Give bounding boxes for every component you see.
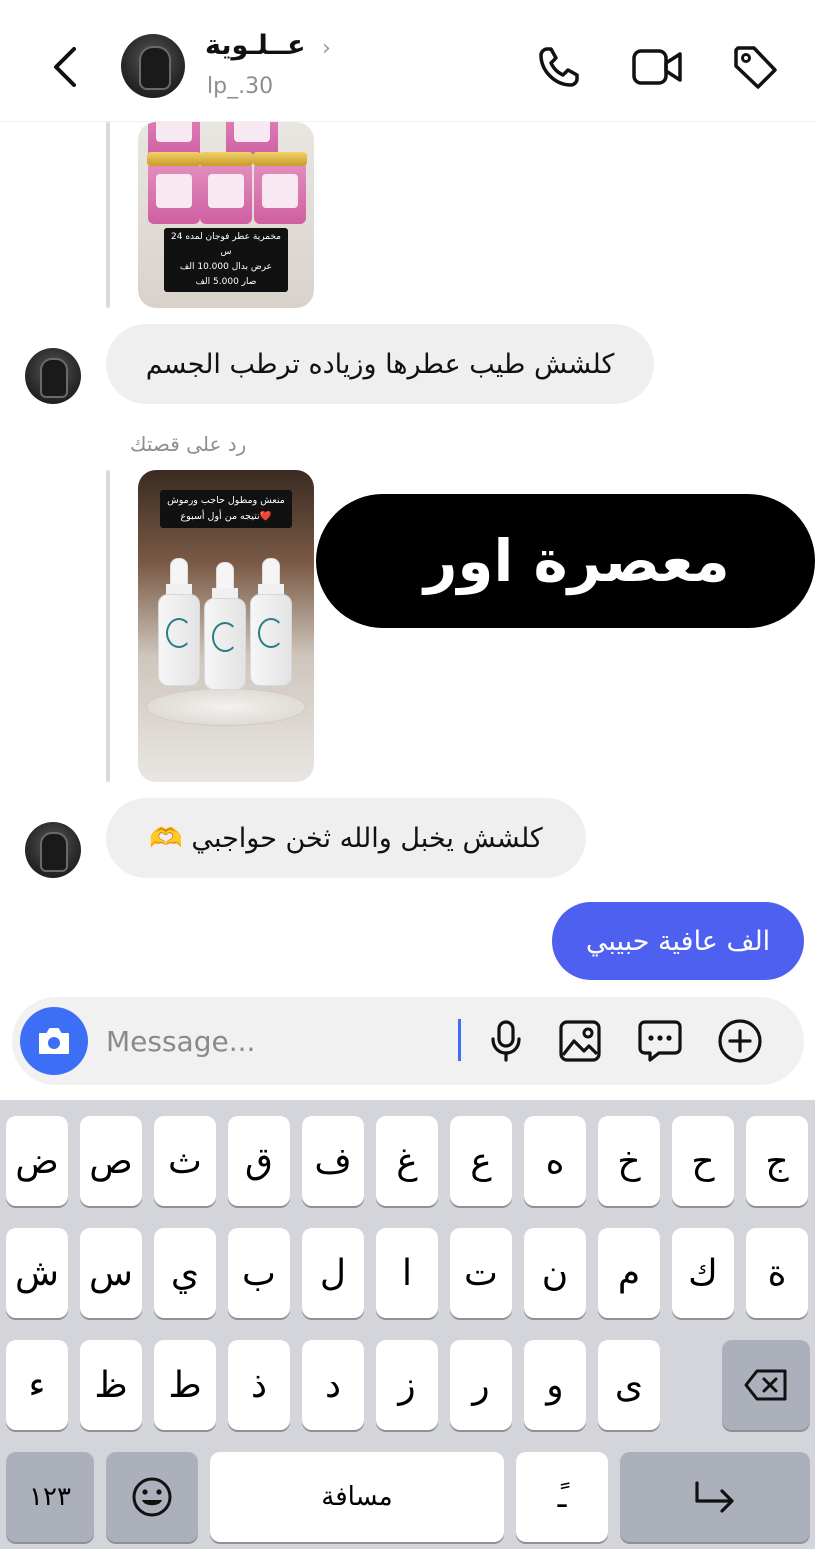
more-options-button[interactable] <box>716 1017 764 1065</box>
voice-message-button[interactable] <box>482 1017 530 1065</box>
tag-button[interactable] <box>728 40 782 94</box>
key[interactable]: ة <box>746 1228 808 1318</box>
key[interactable]: ن <box>524 1228 586 1318</box>
key[interactable]: ذ <box>228 1340 290 1430</box>
message-text: كلشش يخبل والله ثخن حواجبي 🫶 <box>149 823 543 854</box>
story-caption: منعش ومطول حاجب ورموش نتيجه من أول أسبوع… <box>160 490 292 528</box>
keyboard: ض ص ث ق ف غ ع ه خ ح ج ش س ي ب ل ا ت ن م … <box>0 1100 815 1549</box>
message-text: الف عافية حبيبي <box>585 925 771 957</box>
key[interactable]: ح <box>672 1116 734 1206</box>
jar-image <box>253 152 307 224</box>
incoming-message[interactable]: كلشش يخبل والله ثخن حواجبي 🫶 <box>106 798 586 878</box>
sender-avatar[interactable] <box>25 348 81 404</box>
contact-name[interactable]: عــلـوية <box>205 30 306 61</box>
voice-call-button[interactable] <box>532 40 586 94</box>
key[interactable]: ع <box>450 1116 512 1206</box>
message-input[interactable] <box>106 1021 446 1061</box>
reply-indicator <box>106 470 110 782</box>
space-key[interactable]: مسافة <box>210 1452 504 1542</box>
diacritic-key[interactable]: ًـ <box>516 1452 608 1542</box>
contact-username: lp_.30 <box>207 74 274 99</box>
key[interactable]: ي <box>154 1228 216 1318</box>
contact-avatar[interactable] <box>121 34 185 98</box>
chevron-right-icon: › <box>322 36 331 61</box>
back-button[interactable] <box>40 42 90 92</box>
key[interactable]: غ <box>376 1116 438 1206</box>
chat-header: عــلـوية › lp_.30 <box>0 0 815 122</box>
key[interactable]: و <box>524 1340 586 1430</box>
message-text: معصرة اور <box>424 527 730 595</box>
message-text: كلشش طيب عطرها وزياده ترطب الجسم <box>145 348 615 380</box>
return-arrow-icon <box>695 1481 734 1513</box>
key[interactable]: ظ <box>80 1340 142 1430</box>
key[interactable]: ج <box>746 1116 808 1206</box>
reply-indicator <box>106 122 110 308</box>
key[interactable]: ث <box>154 1116 216 1206</box>
key[interactable]: ض <box>6 1116 68 1206</box>
gallery-button[interactable] <box>556 1017 604 1065</box>
story-thumbnail[interactable]: مخمرية عطر فوجان لمده 24 س عرض بدال 10.0… <box>138 122 314 308</box>
chat-bubble-icon <box>638 1020 682 1062</box>
key[interactable]: ب <box>228 1228 290 1318</box>
story-thumbnail[interactable]: منعش ومطول حاجب ورموش نتيجه من أول أسبوع… <box>138 470 314 782</box>
key[interactable]: م <box>598 1228 660 1318</box>
key[interactable]: ز <box>376 1340 438 1430</box>
outgoing-message[interactable]: الف عافية حبيبي <box>552 902 804 980</box>
bottle-image <box>158 558 200 686</box>
tag-icon <box>734 46 777 89</box>
marble-plate <box>146 688 306 726</box>
incoming-message[interactable]: كلشش طيب عطرها وزياده ترطب الجسم <box>106 324 654 404</box>
key[interactable]: ت <box>450 1228 512 1318</box>
jar-image <box>199 152 253 224</box>
plus-circle-icon <box>718 1019 762 1063</box>
text-caret <box>458 1019 461 1061</box>
chevron-left-icon <box>54 47 76 87</box>
message-composer <box>12 997 804 1085</box>
key[interactable]: ص <box>80 1116 142 1206</box>
story-reply-message[interactable]: معصرة اور <box>316 494 815 628</box>
image-icon <box>559 1020 601 1062</box>
key[interactable]: ق <box>228 1116 290 1206</box>
camera-button[interactable] <box>20 1007 88 1075</box>
key[interactable]: ك <box>672 1228 734 1318</box>
key[interactable]: ط <box>154 1340 216 1430</box>
camera-icon <box>39 1028 69 1054</box>
return-key[interactable] <box>620 1452 810 1542</box>
story-reply-label: رد على قصتك <box>130 432 247 456</box>
key[interactable]: د <box>302 1340 364 1430</box>
backspace-key[interactable] <box>722 1340 810 1430</box>
key[interactable]: ه <box>524 1116 586 1206</box>
microphone-icon <box>491 1020 521 1062</box>
video-camera-icon <box>632 49 682 85</box>
key[interactable]: ل <box>302 1228 364 1318</box>
sticker-button[interactable] <box>636 1017 684 1065</box>
phone-icon <box>539 47 579 87</box>
bottle-image <box>204 562 246 690</box>
backspace-icon <box>744 1369 787 1401</box>
key[interactable]: ر <box>450 1340 512 1430</box>
bottle-image <box>250 558 292 686</box>
key[interactable]: ى <box>598 1340 660 1430</box>
story-caption: مخمرية عطر فوجان لمده 24 س عرض بدال 10.0… <box>164 228 288 292</box>
key[interactable]: خ <box>598 1116 660 1206</box>
key[interactable]: ش <box>6 1228 68 1318</box>
sender-avatar[interactable] <box>25 822 81 878</box>
numbers-key[interactable]: ١٢٣ <box>6 1452 94 1542</box>
key[interactable]: ف <box>302 1116 364 1206</box>
video-call-button[interactable] <box>630 40 684 94</box>
smiley-icon <box>132 1477 172 1517</box>
key[interactable]: س <box>80 1228 142 1318</box>
key[interactable]: ا <box>376 1228 438 1318</box>
key[interactable]: ء <box>6 1340 68 1430</box>
emoji-key[interactable] <box>106 1452 198 1542</box>
jar-image <box>147 152 201 224</box>
